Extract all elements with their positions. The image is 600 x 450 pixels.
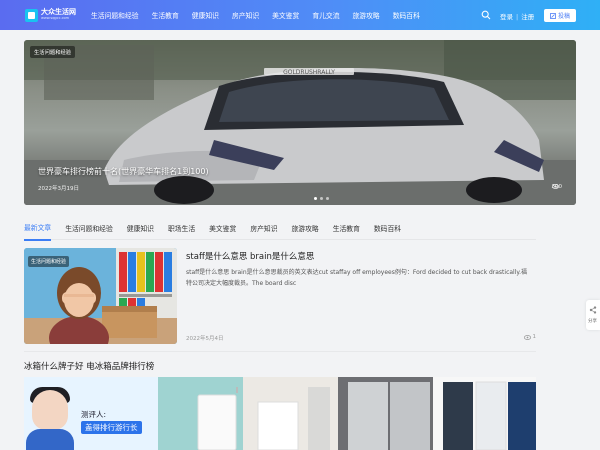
article-views: 1 — [523, 334, 537, 340]
nav-item-parenting[interactable]: 育儿交流 — [312, 10, 339, 20]
tab-digital[interactable]: 数码百科 — [374, 218, 401, 240]
hero-date: 2022年3月19日 — [38, 186, 79, 192]
share-label: 分享 — [588, 319, 597, 324]
nav-item-real-estate[interactable]: 房产知识 — [232, 10, 259, 20]
hero-plate-text: GOLDRUSHRALLY — [283, 69, 335, 76]
hero-views: 390 — [551, 184, 562, 190]
reviewer-name: 盖得排行游行长 — [81, 421, 142, 434]
nav-item-life-education[interactable]: 生活教育 — [152, 10, 179, 20]
fridge-banner-image[interactable]: 测评人: 盖得排行游行长 — [24, 377, 536, 450]
reviewer-avatar — [32, 390, 68, 430]
section-title[interactable]: 冰箱什么牌子好 电冰箱品牌排行榜 — [24, 360, 154, 372]
share-widget[interactable]: 分享 — [586, 300, 600, 330]
site-logo[interactable]: 大众生活网 www.sqgcc.com — [25, 4, 76, 26]
tab-travel[interactable]: 旅游攻略 — [292, 218, 319, 240]
tab-workplace[interactable]: 职场生活 — [168, 218, 195, 240]
tab-life-experience[interactable]: 生活问题和经验 — [65, 218, 113, 240]
article-view-count: 1 — [532, 334, 537, 340]
nav-item-life-experience[interactable]: 生活问题和经验 — [91, 10, 139, 20]
hero-car-image: GOLDRUSHRALLY — [24, 40, 576, 205]
nav-item-travel[interactable]: 旅游攻略 — [353, 10, 380, 20]
tab-health[interactable]: 健康知识 — [127, 218, 154, 240]
article-title[interactable]: staff是什么意思 brain是什么意思 — [186, 250, 314, 262]
auth-links: 登录 | 注册 — [500, 13, 535, 21]
register-link[interactable]: 注册 — [521, 13, 534, 21]
eye-icon — [551, 184, 559, 189]
hero-slide[interactable]: GOLDRUSHRALLY 生活问题和经验 世界豪车排行榜前十名(世界豪华车排名… — [24, 40, 576, 205]
slider-dots — [314, 197, 332, 200]
category-tabs: 最新文章 生活问题和经验 健康知识 职场生活 美文鉴赏 房产知识 旅游攻略 生活… — [24, 217, 536, 241]
logo-url: www.sqgcc.com — [41, 16, 70, 21]
section-divider — [24, 351, 536, 352]
post-button-label: 投稿 — [557, 13, 570, 20]
eye-icon — [523, 334, 531, 340]
hero-title[interactable]: 世界豪车排行榜前十名(世界豪华车排名1到100) — [38, 166, 209, 177]
fridge-lineup-image — [158, 377, 536, 450]
tab-essays[interactable]: 美文鉴赏 — [209, 218, 236, 240]
login-link[interactable]: 登录 — [500, 13, 513, 21]
share-icon — [589, 306, 597, 314]
logo-name: 大众生活网 — [41, 8, 76, 17]
post-button[interactable]: 投稿 — [544, 9, 576, 22]
nav-item-health[interactable]: 健康知识 — [192, 10, 219, 20]
tab-real-estate[interactable]: 房产知识 — [250, 218, 277, 240]
article-thumbnail[interactable]: 生活问题和经验 — [24, 248, 177, 344]
reviewer-label: 测评人: — [81, 410, 107, 419]
nav-item-essays[interactable]: 美文鉴赏 — [272, 10, 299, 20]
tab-life-education[interactable]: 生活教育 — [333, 218, 360, 240]
tab-latest[interactable]: 最新文章 — [24, 217, 52, 241]
article-date: 2022年5月4日 — [186, 336, 224, 342]
slider-dot-1[interactable] — [314, 197, 317, 200]
edit-icon — [550, 12, 556, 19]
nav-item-digital[interactable]: 数码百科 — [393, 10, 420, 20]
slider-dot-2[interactable] — [320, 197, 323, 200]
article-excerpt: staff是什么意思 brain是什么意思裁员的英文表达cut staffay … — [186, 269, 527, 287]
slider-dot-3[interactable] — [326, 197, 329, 200]
reviewer-panel: 测评人: 盖得排行游行长 — [24, 377, 158, 450]
logo-cube-icon — [25, 8, 38, 22]
main-nav: 生活问题和经验 生活教育 健康知识 房产知识 美文鉴赏 育儿交流 旅游攻略 数码… — [91, 0, 433, 30]
search-icon[interactable] — [481, 10, 491, 20]
article-card[interactable]: 生活问题和经验 staff是什么意思 brain是什么意思 staff是什么意思… — [24, 248, 536, 344]
article-category-tag[interactable]: 生活问题和经验 — [28, 256, 70, 267]
top-header: 大众生活网 www.sqgcc.com 生活问题和经验 生活教育 健康知识 房产… — [0, 0, 600, 30]
hero-category-tag[interactable]: 生活问题和经验 — [30, 46, 76, 58]
